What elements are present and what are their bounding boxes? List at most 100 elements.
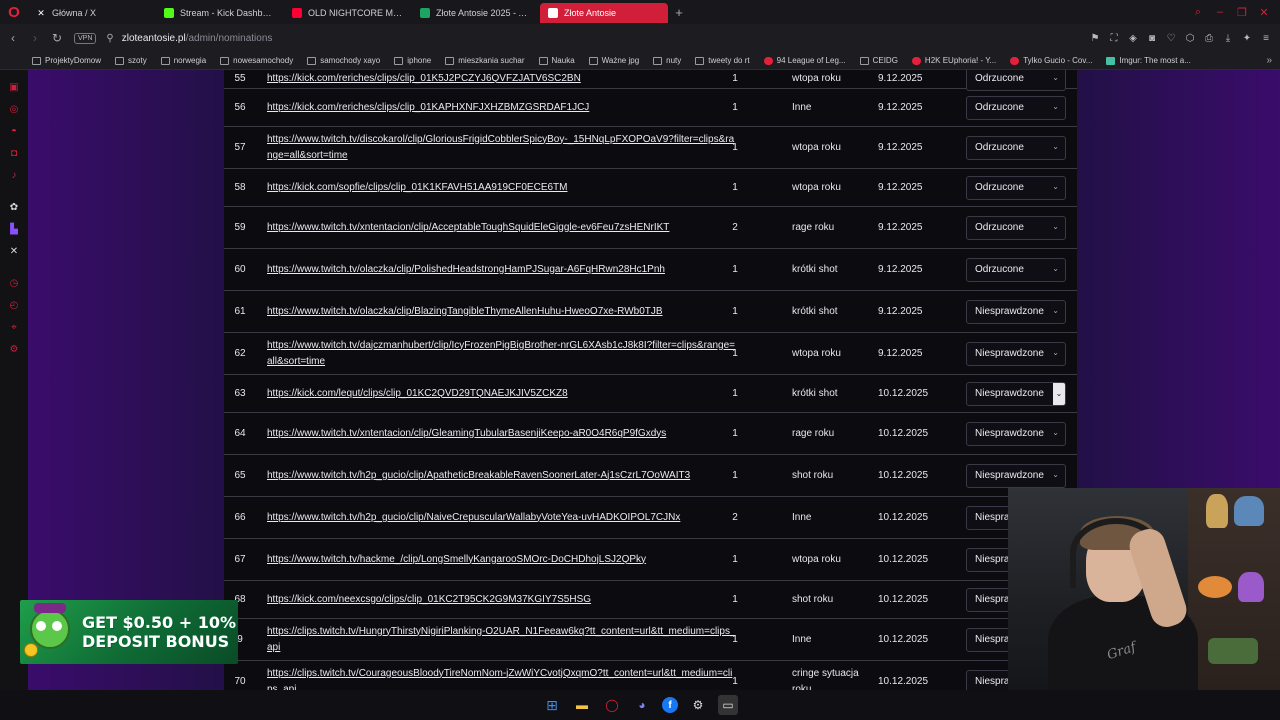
clip-link[interactable]: https://clips.twitch.tv/CourageousBloody… — [267, 666, 737, 691]
bookmark-item[interactable]: H2K EUphoria! - Y... — [911, 56, 996, 65]
pin-icon[interactable]: ⚑ — [1089, 33, 1101, 44]
clip-link[interactable]: https://www.twitch.tv/olaczka/clip/Blazi… — [267, 304, 663, 320]
bookmark-item[interactable]: mieszkania suchar — [445, 56, 525, 65]
search-tabs-icon[interactable]: ⌕ — [1190, 6, 1206, 19]
camera-icon[interactable]: ◙ — [1146, 33, 1158, 44]
status-select[interactable]: Odrzucone ⌄ — [966, 175, 1066, 200]
bookmark-item[interactable]: tweety do rt — [695, 56, 750, 65]
shield-icon[interactable]: ◈ — [1127, 33, 1139, 44]
status-select[interactable]: Odrzucone ⌄ — [966, 215, 1066, 240]
status-select[interactable]: Niesprawdzone ⌄ — [966, 381, 1066, 406]
bookmark-item[interactable]: Imgur: The most a... — [1106, 56, 1191, 65]
extensions-icon[interactable]: ⬡ — [1184, 33, 1196, 44]
location-icon[interactable]: ⌖ — [6, 319, 22, 335]
clip-link[interactable]: https://kick.com/sopfie/clips/clip_01K1K… — [267, 180, 568, 196]
close-window-icon[interactable]: ✕ — [1256, 6, 1272, 19]
figurine-shelf — [1188, 488, 1280, 690]
bookmark-item[interactable]: iphone — [394, 56, 431, 65]
clip-link[interactable]: https://www.twitch.tv/discokarol/clip/Gl… — [267, 132, 737, 164]
status-select[interactable]: Odrzucone ⌄ — [966, 135, 1066, 160]
status-select[interactable]: Odrzucone ⌄ — [966, 257, 1066, 282]
speed-dial-icon[interactable]: ▣ — [6, 79, 22, 95]
table-row: 63 https://kick.com/lequt/clips/clip_01KC… — [224, 375, 1077, 413]
tab-3[interactable]: Złote Antosie 2025 - Arku — [412, 3, 540, 23]
windows-start-icon[interactable]: ⊞ — [542, 695, 562, 715]
messenger-icon[interactable]: ◓ — [6, 123, 22, 139]
tab-0[interactable]: ✕ Główna / X — [28, 3, 156, 23]
music-icon[interactable]: ♪ — [6, 167, 22, 183]
bookmark-item[interactable]: nowesamochody — [220, 56, 293, 65]
vpn-badge[interactable]: VPN — [74, 32, 97, 44]
bookmark-item[interactable]: szoty — [115, 56, 147, 65]
clip-link[interactable]: https://kick.com/neexcsgo/clips/clip_01K… — [267, 592, 591, 608]
openai-icon[interactable]: ✿ — [6, 199, 22, 215]
clip-link[interactable]: https://www.twitch.tv/xntentacion/clip/A… — [267, 220, 669, 236]
menu-icon[interactable]: ≡ — [1260, 33, 1272, 44]
bookmark-item[interactable]: Nauka — [538, 56, 575, 65]
bookmark-item[interactable]: 94 League of Leg... — [763, 56, 846, 65]
tab-2[interactable]: OLD NIGHTCORE MIX *20 — [284, 3, 412, 23]
clip-link[interactable]: https://www.twitch.tv/olaczka/clip/Polis… — [267, 262, 665, 278]
deposit-bonus-ad[interactable]: GET $0.50 + 10% DEPOSIT BONUS — [20, 600, 238, 664]
forward-icon[interactable]: › — [26, 31, 44, 45]
status-select[interactable]: Niesprawdzone ⌄ — [966, 421, 1066, 446]
tab-1[interactable]: Stream - Kick Dashboard — [156, 3, 284, 23]
reload-icon[interactable]: ↻ — [48, 31, 66, 45]
bookmark-item[interactable]: Ważne jpg — [588, 56, 639, 65]
status-select[interactable]: Niesprawdzone ⌄ — [966, 341, 1066, 366]
clip-link[interactable]: https://kick.com/lequt/clips/clip_01KC2Q… — [267, 386, 568, 402]
aria-icon[interactable]: ◎ — [6, 101, 22, 117]
clip-link[interactable]: https://kick.com/reriches/clips/clip_01K… — [267, 71, 581, 87]
bookmark-item[interactable]: CEIDG — [859, 56, 898, 65]
nomination-date: 10.12.2025 — [878, 428, 929, 439]
new-tab-button[interactable]: + — [668, 5, 690, 20]
clip-link-cell: https://www.twitch.tv/hackme_/clip/LongS… — [267, 539, 737, 580]
instagram-icon[interactable]: ◘ — [6, 145, 22, 161]
status-select[interactable]: Niesprawdzone ⌄ — [966, 299, 1066, 324]
clip-link-cell: https://kick.com/lequt/clips/clip_01KC2Q… — [267, 375, 737, 412]
nomination-date: 9.12.2025 — [878, 102, 923, 113]
snapshot-icon[interactable]: ⎙ — [1203, 33, 1215, 44]
screenshot-icon[interactable]: ⛶ — [1108, 33, 1120, 44]
clip-link-cell: https://www.twitch.tv/olaczka/clip/Polis… — [267, 249, 737, 290]
discord-icon[interactable]: ◕ — [632, 695, 652, 715]
chevron-right-icon[interactable]: » — [1266, 55, 1280, 66]
download-icon[interactable]: ⤓ — [1222, 33, 1234, 44]
tab-4[interactable]: Złote Antosie — [540, 3, 668, 23]
clip-link[interactable]: https://www.twitch.tv/hackme_/clip/LongS… — [267, 552, 646, 568]
bookmark-item[interactable]: ProjektyDomow — [32, 56, 101, 65]
nomination-id: 61 — [234, 306, 246, 317]
opera-taskbar-icon[interactable]: ◯ — [602, 695, 622, 715]
bookmark-item[interactable]: nuty — [653, 56, 681, 65]
status-select[interactable]: Niesprawdzone ⌄ — [966, 463, 1066, 488]
site-info-icon[interactable]: ⚲ — [106, 33, 113, 44]
terminal-icon[interactable]: ▭ — [718, 695, 738, 715]
clip-link[interactable]: https://www.twitch.tv/dajczmanhubert/cli… — [267, 338, 737, 370]
file-explorer-icon[interactable]: ▬ — [572, 695, 592, 715]
twitch-icon[interactable]: ▙ — [6, 221, 22, 237]
clock-icon[interactable]: ◴ — [6, 297, 22, 313]
bookmark-item[interactable]: norwegia — [160, 56, 206, 65]
browser-sidebar: ▣ ◎ ◓ ◘ ♪ ✿ ▙ ✕ ◷ ◴ ⌖ ⚙ — [0, 70, 28, 690]
url-field[interactable]: zloteantosie.pl/admin/nominations — [122, 33, 273, 44]
clip-link[interactable]: https://www.twitch.tv/h2p_gucio/clip/Apa… — [267, 468, 690, 484]
opera-logo-icon[interactable]: O — [0, 0, 28, 24]
facebook-icon[interactable]: f — [662, 697, 678, 713]
steam-icon[interactable]: ⚙ — [688, 695, 708, 715]
clip-link[interactable]: https://www.twitch.tv/h2p_gucio/clip/Nai… — [267, 510, 680, 526]
clip-link[interactable]: https://kick.com/reriches/clips/clip_01K… — [267, 100, 589, 116]
minimize-icon[interactable]: – — [1212, 6, 1228, 19]
heart-icon[interactable]: ♡ — [1165, 33, 1177, 44]
ai-icon[interactable]: ✦ — [1241, 33, 1253, 44]
maximize-icon[interactable]: ❐ — [1234, 6, 1250, 19]
clip-link[interactable]: https://www.twitch.tv/xntentacion/clip/G… — [267, 426, 666, 442]
back-icon[interactable]: ‹ — [4, 31, 22, 45]
bookmark-item[interactable]: samochody xayo — [307, 56, 380, 65]
history-icon[interactable]: ◷ — [6, 275, 22, 291]
status-select[interactable]: Odrzucone ⌄ — [966, 70, 1066, 91]
status-select[interactable]: Odrzucone ⌄ — [966, 95, 1066, 120]
clip-link[interactable]: https://clips.twitch.tv/HungryThirstyNig… — [267, 624, 737, 656]
settings-icon[interactable]: ⚙ — [6, 341, 22, 357]
bookmark-item[interactable]: Tylko Gucio - Cov... — [1010, 56, 1092, 65]
x-icon[interactable]: ✕ — [6, 243, 22, 259]
